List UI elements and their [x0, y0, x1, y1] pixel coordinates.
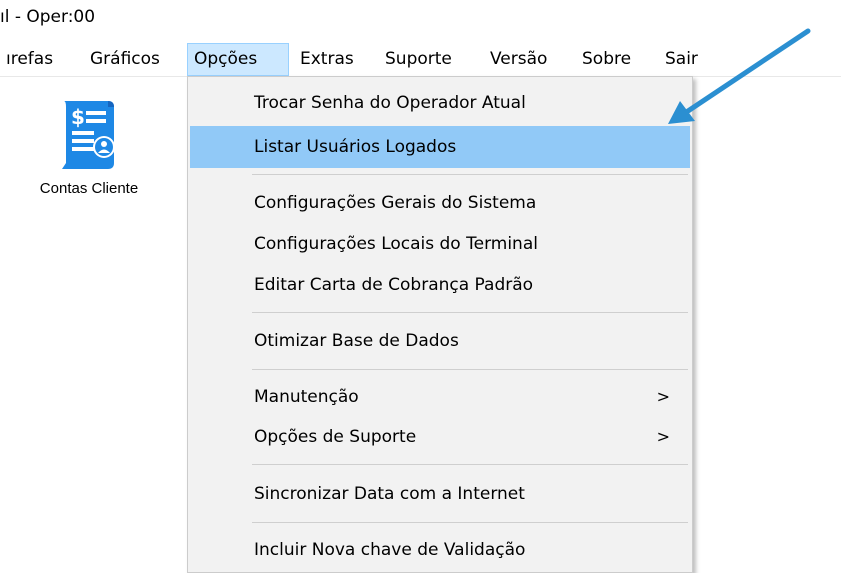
menu-item-listar-usuarios[interactable]: Listar Usuários Logados — [190, 126, 690, 168]
menu-sair[interactable]: Sair — [659, 43, 704, 76]
menu-separator — [252, 464, 688, 465]
menu-graficos[interactable]: Gráficos — [84, 43, 166, 76]
menu-suporte[interactable]: Suporte — [379, 43, 458, 76]
menu-tarefas[interactable]: ırefas — [0, 43, 59, 76]
menu-item-incluir-chave[interactable]: Incluir Nova chave de Validação — [190, 530, 690, 570]
menu-item-config-locais[interactable]: Configurações Locais do Terminal — [190, 224, 690, 264]
app-window: ıl - Oper:00 ırefas Gráficos Opções Extr… — [0, 0, 841, 573]
window-title: ıl - Oper:00 — [0, 7, 96, 27]
contas-cliente-button[interactable]: $ Contas Cliente — [14, 88, 164, 208]
menu-opcoes[interactable]: Opções — [187, 43, 289, 76]
menu-extras[interactable]: Extras — [294, 43, 360, 76]
svg-text:$: $ — [71, 105, 85, 129]
invoice-user-icon: $ — [62, 101, 115, 169]
menu-item-editar-carta[interactable]: Editar Carta de Cobrança Padrão — [190, 265, 690, 305]
menu-item-otimizar-base[interactable]: Otimizar Base de Dados — [190, 321, 690, 361]
menu-separator — [252, 312, 688, 313]
menu-item-config-gerais[interactable]: Configurações Gerais do Sistema — [190, 183, 690, 223]
menu-bar: ırefas Gráficos Opções Extras Suporte Ve… — [0, 43, 841, 77]
menu-item-manutencao[interactable]: Manutenção > — [190, 377, 690, 417]
contas-cliente-label: Contas Cliente — [39, 180, 139, 197]
menu-sobre[interactable]: Sobre — [576, 43, 637, 76]
opcoes-dropdown-menu: Trocar Senha do Operador Atual Listar Us… — [187, 76, 693, 573]
chevron-right-icon: > — [656, 387, 670, 406]
menu-item-sincronizar-data[interactable]: Sincronizar Data com a Internet — [190, 474, 690, 514]
menu-separator — [252, 174, 688, 175]
menu-versao[interactable]: Versão — [484, 43, 553, 76]
menu-item-opcoes-suporte[interactable]: Opções de Suporte > — [190, 417, 690, 457]
menu-item-manutencao-label: Manutenção — [254, 387, 359, 407]
chevron-right-icon: > — [656, 427, 670, 446]
menu-item-trocar-senha[interactable]: Trocar Senha do Operador Atual — [190, 83, 690, 123]
menu-separator — [252, 369, 688, 370]
menu-item-opcoes-suporte-label: Opções de Suporte — [254, 427, 417, 447]
menu-separator — [252, 522, 688, 523]
